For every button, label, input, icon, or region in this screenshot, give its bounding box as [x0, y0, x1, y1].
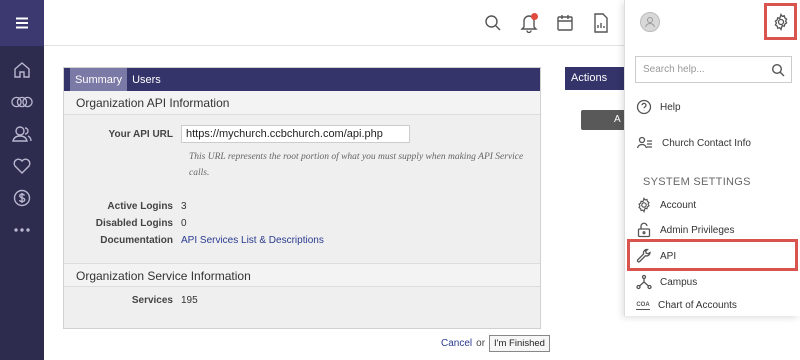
- sidebar-item-more[interactable]: [11, 220, 33, 240]
- menu-item-campus[interactable]: Campus: [636, 274, 697, 290]
- sidebar-item-care[interactable]: [11, 156, 33, 176]
- settings-dropdown: Search help... Help Church Contact Info …: [624, 0, 800, 316]
- menu-item-chart-of-accounts[interactable]: COA Chart of Accounts: [636, 300, 737, 311]
- heart-icon: [13, 158, 31, 174]
- menu-item-help-label: Help: [660, 101, 681, 113]
- menu-item-api[interactable]: API: [636, 248, 676, 264]
- calendar-icon: [557, 15, 573, 31]
- disabled-logins-label: Disabled Logins: [95, 218, 173, 229]
- notification-dot: [531, 13, 538, 20]
- form-footer: Cancel or I'm Finished: [441, 335, 550, 352]
- gear-icon: [638, 197, 650, 213]
- menu-item-chart-of-accounts-label: Chart of Accounts: [658, 300, 737, 311]
- top-bar: [44, 0, 624, 46]
- user-avatar-icon: [645, 17, 655, 28]
- left-sidebar: [0, 0, 44, 360]
- menu-item-account-label: Account: [660, 199, 697, 211]
- calendar-button[interactable]: [554, 12, 576, 34]
- documentation-label: Documentation: [100, 235, 173, 246]
- gear-icon: [774, 12, 787, 31]
- search-button[interactable]: [482, 12, 504, 34]
- sidebar-item-home[interactable]: [11, 60, 33, 80]
- help-search-input[interactable]: Search help...: [635, 56, 792, 83]
- api-section-title: Organization API Information: [64, 91, 540, 115]
- settings-gear-button[interactable]: [764, 3, 797, 40]
- services-label: Services: [131, 295, 173, 306]
- people-icon: [12, 126, 32, 142]
- home-icon: [14, 62, 30, 78]
- api-url-label: Your API URL: [108, 128, 173, 140]
- more-dots-icon: [14, 228, 30, 232]
- api-url-field[interactable]: [181, 125, 410, 143]
- network-nodes-icon: [636, 274, 652, 290]
- menu-item-account[interactable]: Account: [636, 197, 696, 213]
- coa-icon: COA: [636, 301, 650, 310]
- cancel-link[interactable]: Cancel: [441, 338, 472, 349]
- help-search-placeholder: Search help...: [643, 64, 705, 75]
- system-settings-heading: SYSTEM SETTINGS: [643, 176, 751, 188]
- api-section-body: Your API URL This URL represents the roo…: [64, 115, 540, 263]
- tab-users[interactable]: Users: [127, 68, 166, 91]
- menu-item-church-contact-info-label: Church Contact Info: [662, 137, 751, 149]
- menu-item-campus-label: Campus: [660, 276, 698, 288]
- groups-icon: [11, 96, 33, 108]
- finish-button[interactable]: I'm Finished: [489, 335, 550, 352]
- hamburger-icon: [16, 17, 28, 29]
- document-chart-icon: [594, 13, 608, 33]
- question-circle-icon: [636, 99, 652, 115]
- api-url-note: This URL represents the root portion of …: [189, 152, 524, 178]
- organization-api-panel: Summary Users Organization API Informati…: [63, 67, 541, 329]
- sidebar-item-giving[interactable]: [11, 188, 33, 208]
- panel-tab-bar: Summary Users: [64, 68, 540, 91]
- unlock-icon: [637, 222, 651, 238]
- dollar-icon: [13, 189, 31, 207]
- search-icon: [485, 15, 501, 31]
- api-services-link[interactable]: API Services List & Descriptions: [181, 235, 324, 246]
- app-window: Summary Users Organization API Informati…: [0, 0, 800, 360]
- active-logins-label: Active Logins: [107, 201, 173, 212]
- active-logins-value: 3: [181, 201, 187, 212]
- services-value: 195: [181, 295, 198, 306]
- contact-card-icon: [636, 136, 652, 149]
- notifications-button[interactable]: [518, 12, 540, 34]
- service-section-title: Organization Service Information: [64, 263, 540, 287]
- sidebar-item-people[interactable]: [11, 124, 33, 144]
- sidebar-item-groups[interactable]: [11, 92, 33, 112]
- menu-item-admin-privileges-label: Admin Privileges: [660, 224, 735, 236]
- reports-button[interactable]: [590, 12, 612, 34]
- menu-item-church-contact-info[interactable]: Church Contact Info: [636, 135, 751, 151]
- avatar[interactable]: [640, 12, 660, 32]
- or-text: or: [476, 338, 486, 349]
- menu-item-help[interactable]: Help: [636, 99, 681, 115]
- service-section-body: Services 195: [64, 287, 540, 328]
- dropdown-header: [625, 0, 800, 46]
- search-icon: [771, 63, 785, 77]
- disabled-logins-value: 0: [181, 218, 187, 229]
- hamburger-menu-button[interactable]: [0, 0, 44, 46]
- tab-summary[interactable]: Summary: [70, 68, 128, 91]
- menu-item-admin-privileges[interactable]: Admin Privileges: [636, 222, 734, 238]
- menu-item-api-label: API: [660, 250, 677, 262]
- wrench-icon: [636, 248, 651, 263]
